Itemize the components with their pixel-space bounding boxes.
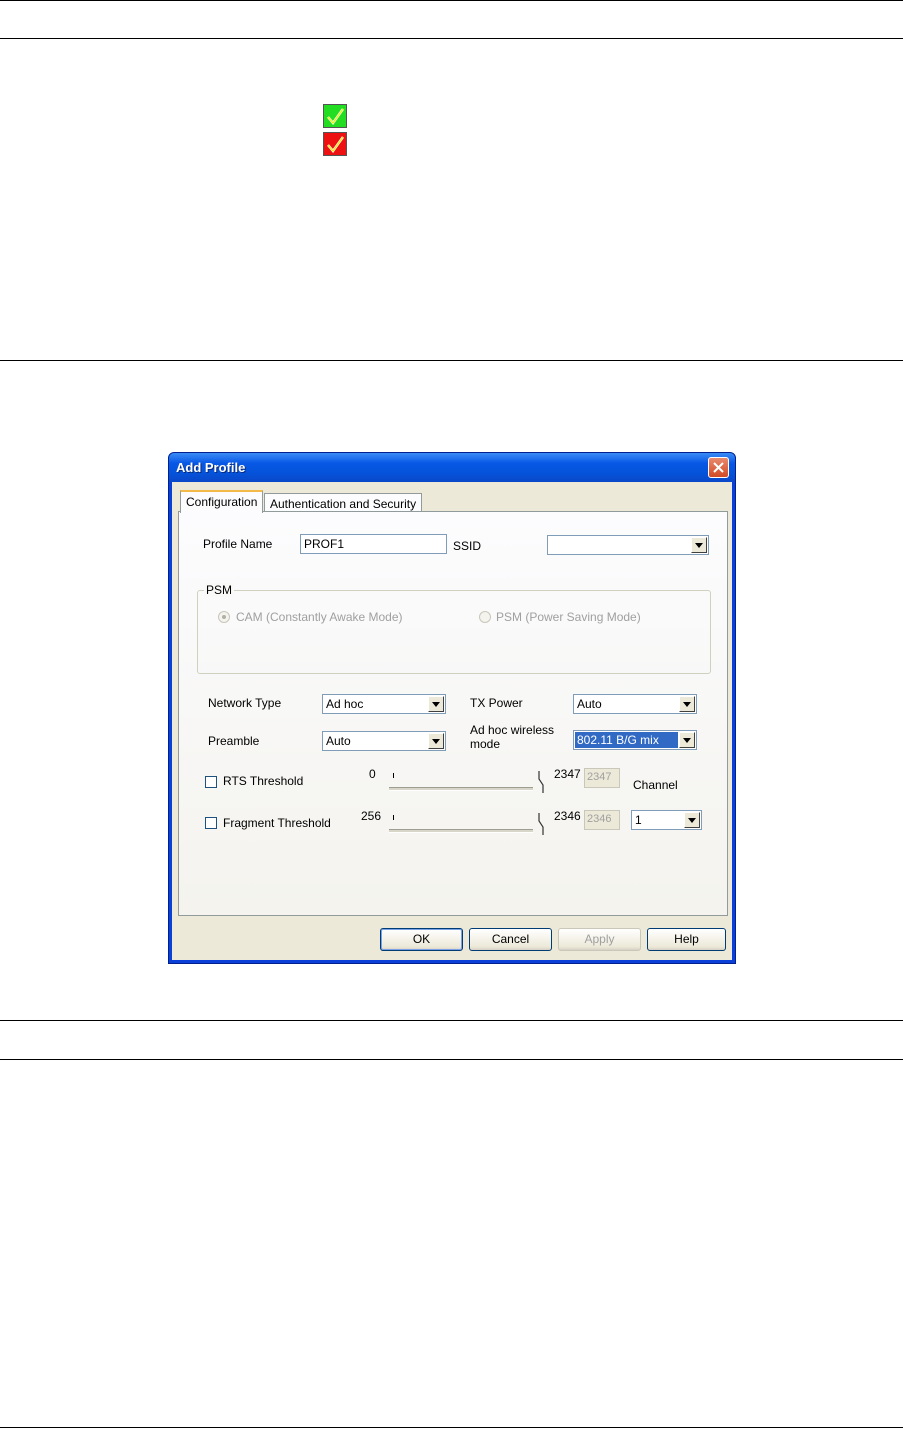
network-type-value: Ad hoc: [326, 697, 364, 711]
fragment-slider-thumb[interactable]: [537, 813, 545, 835]
psm-group-title: PSM: [204, 583, 235, 597]
tx-power-value: Auto: [577, 697, 602, 711]
rts-slider-track[interactable]: [389, 787, 533, 791]
adhoc-mode-label-line2: mode: [470, 737, 501, 751]
tab-authentication-security[interactable]: Authentication and Security: [264, 493, 423, 513]
fragment-max-label: 2346: [554, 809, 581, 823]
psm-radio-label: PSM (Power Saving Mode): [496, 610, 641, 624]
chevron-down-icon: [695, 543, 703, 548]
tab-configuration[interactable]: Configuration: [180, 490, 264, 513]
cam-radio[interactable]: [218, 611, 230, 623]
green-check-icon: [323, 104, 347, 128]
channel-value: 1: [635, 813, 642, 827]
network-type-dropdown-button[interactable]: [428, 696, 444, 712]
profile-name-input[interactable]: PROF1: [300, 534, 447, 554]
ssid-dropdown-button[interactable]: [691, 537, 707, 553]
network-type-label: Network Type: [208, 696, 282, 710]
rts-min-label: 0: [369, 767, 376, 781]
rts-slider-thumb[interactable]: [537, 771, 545, 793]
radio-selected-dot: [222, 615, 226, 619]
adhoc-mode-label-line1: Ad hoc wireless: [470, 723, 555, 737]
psm-radio[interactable]: [479, 611, 491, 623]
adhoc-mode-combo[interactable]: 802.11 B/G mix: [573, 730, 697, 750]
preamble-combo[interactable]: Auto: [322, 731, 446, 751]
bottom-rule: [0, 1427, 903, 1428]
apply-button[interactable]: Apply: [558, 928, 641, 951]
section-rule-3: [0, 1059, 903, 1060]
top-rule: [0, 0, 903, 1]
fragment-value-input[interactable]: 2346: [584, 810, 620, 830]
help-button[interactable]: Help: [647, 928, 726, 951]
channel-dropdown-button[interactable]: [684, 812, 700, 828]
tab-authentication-label: Authentication and Security: [270, 497, 417, 511]
network-type-combo[interactable]: Ad hoc: [322, 694, 446, 714]
red-check-icon: [323, 132, 347, 156]
channel-label: Channel: [633, 778, 678, 792]
close-button[interactable]: [708, 457, 729, 478]
profile-name-label: Profile Name: [203, 537, 273, 551]
configuration-panel: Profile Name PROF1 SSID PSM CAM (Constan…: [178, 511, 728, 916]
tab-configuration-label: Configuration: [186, 495, 258, 509]
ssid-combo[interactable]: [547, 535, 709, 555]
ssid-value: [549, 537, 690, 553]
adhoc-mode-value: 802.11 B/G mix: [575, 732, 678, 748]
header-rule: [0, 38, 903, 39]
channel-combo[interactable]: 1: [631, 810, 702, 830]
rts-threshold-checkbox[interactable]: [205, 776, 217, 788]
preamble-value: Auto: [326, 734, 351, 748]
tx-power-dropdown-button[interactable]: [679, 696, 695, 712]
close-icon: [713, 462, 724, 473]
add-profile-dialog: Add Profile Configuration Authentication…: [168, 452, 736, 964]
dialog-title: Add Profile: [176, 460, 246, 475]
ssid-label: SSID: [453, 539, 482, 553]
fragment-slider-track[interactable]: [389, 829, 533, 833]
preamble-dropdown-button[interactable]: [428, 733, 444, 749]
fragment-threshold-label: Fragment Threshold: [223, 816, 331, 830]
rts-threshold-label: RTS Threshold: [223, 774, 304, 788]
chevron-down-icon: [432, 739, 440, 744]
fragment-threshold-checkbox[interactable]: [205, 817, 217, 829]
tx-power-label: TX Power: [470, 696, 523, 710]
section-rule-1: [0, 360, 903, 361]
adhoc-mode-dropdown-button[interactable]: [679, 732, 695, 748]
cam-radio-label: CAM (Constantly Awake Mode): [236, 610, 403, 624]
rts-max-label: 2347: [554, 767, 581, 781]
cancel-button[interactable]: Cancel: [469, 928, 552, 951]
chevron-down-icon: [683, 702, 691, 707]
dialog-client: Configuration Authentication and Securit…: [172, 482, 732, 960]
preamble-label: Preamble: [208, 734, 260, 748]
psm-groupbox: PSM CAM (Constantly Awake Mode) PSM (Pow…: [197, 583, 711, 674]
chevron-down-icon: [683, 738, 691, 743]
ok-button[interactable]: OK: [380, 928, 463, 951]
chevron-down-icon: [688, 818, 696, 823]
section-rule-2: [0, 1020, 903, 1021]
rts-value-input[interactable]: 2347: [584, 768, 620, 788]
dialog-titlebar[interactable]: Add Profile: [169, 453, 735, 482]
tx-power-combo[interactable]: Auto: [573, 694, 697, 714]
fragment-min-label: 256: [361, 809, 382, 823]
fragment-slider-tick: [393, 815, 394, 820]
chevron-down-icon: [432, 702, 440, 707]
rts-slider-tick: [393, 773, 394, 778]
